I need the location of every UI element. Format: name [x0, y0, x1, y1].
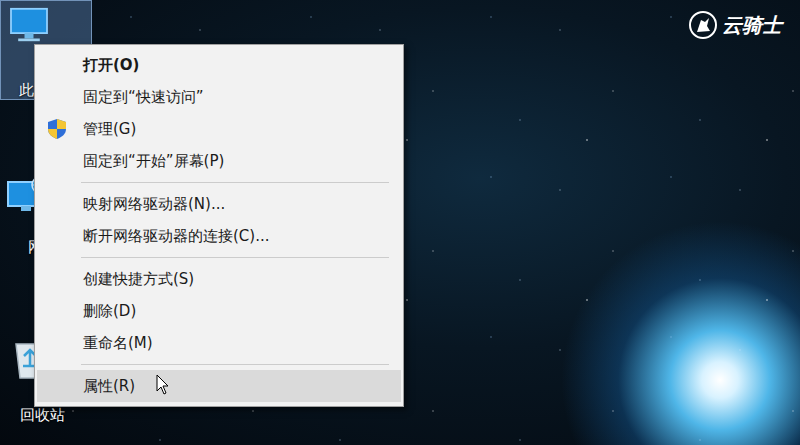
menu-item[interactable]: 固定到“开始”屏幕(P)	[37, 145, 401, 177]
menu-item-label: 固定到“开始”屏幕(P)	[83, 152, 224, 171]
menu-item[interactable]: 映射网络驱动器(N)...	[37, 188, 401, 220]
uac-shield-icon	[47, 118, 67, 140]
menu-item-label: 属性(R)	[83, 377, 135, 396]
menu-item[interactable]: 属性(R)	[37, 370, 401, 402]
menu-item-label: 断开网络驱动器的连接(C)...	[83, 227, 269, 246]
menu-item[interactable]: 删除(D)	[37, 295, 401, 327]
mouse-cursor-icon	[156, 374, 170, 396]
desktop-icon-label: 回收站	[20, 406, 65, 424]
menu-item-label: 映射网络驱动器(N)...	[83, 195, 225, 214]
menu-separator	[81, 182, 389, 183]
watermark: 云骑士	[688, 10, 782, 40]
menu-item-label: 固定到“快速访问”	[83, 88, 204, 107]
menu-item-label: 删除(D)	[83, 302, 136, 321]
menu-item-label: 创建快捷方式(S)	[83, 270, 194, 289]
desktop: 云骑士此网回收站打开(O)固定到“快速访问”管理(G)固定到“开始”屏幕(P)映…	[0, 0, 800, 445]
menu-item[interactable]: 重命名(M)	[37, 327, 401, 359]
menu-item-label: 重命名(M)	[83, 334, 153, 353]
watermark-text: 云骑士	[722, 12, 782, 39]
menu-item-label: 管理(G)	[83, 120, 136, 139]
menu-item[interactable]: 固定到“快速访问”	[37, 81, 401, 113]
menu-item[interactable]: 管理(G)	[37, 113, 401, 145]
menu-separator	[81, 364, 389, 365]
computer-icon	[7, 7, 51, 43]
menu-item[interactable]: 断开网络驱动器的连接(C)...	[37, 220, 401, 252]
menu-item-label: 打开(O)	[83, 56, 139, 75]
menu-item[interactable]: 创建快捷方式(S)	[37, 263, 401, 295]
knight-logo-icon	[688, 10, 718, 40]
menu-item[interactable]: 打开(O)	[37, 49, 401, 81]
menu-separator	[81, 257, 389, 258]
desktop-icon-label: 此	[19, 81, 34, 99]
context-menu: 打开(O) 固定到“快速访问” 管理(G) 固定到“开始”屏幕(P) 映射网络驱动器(N…	[34, 44, 404, 407]
